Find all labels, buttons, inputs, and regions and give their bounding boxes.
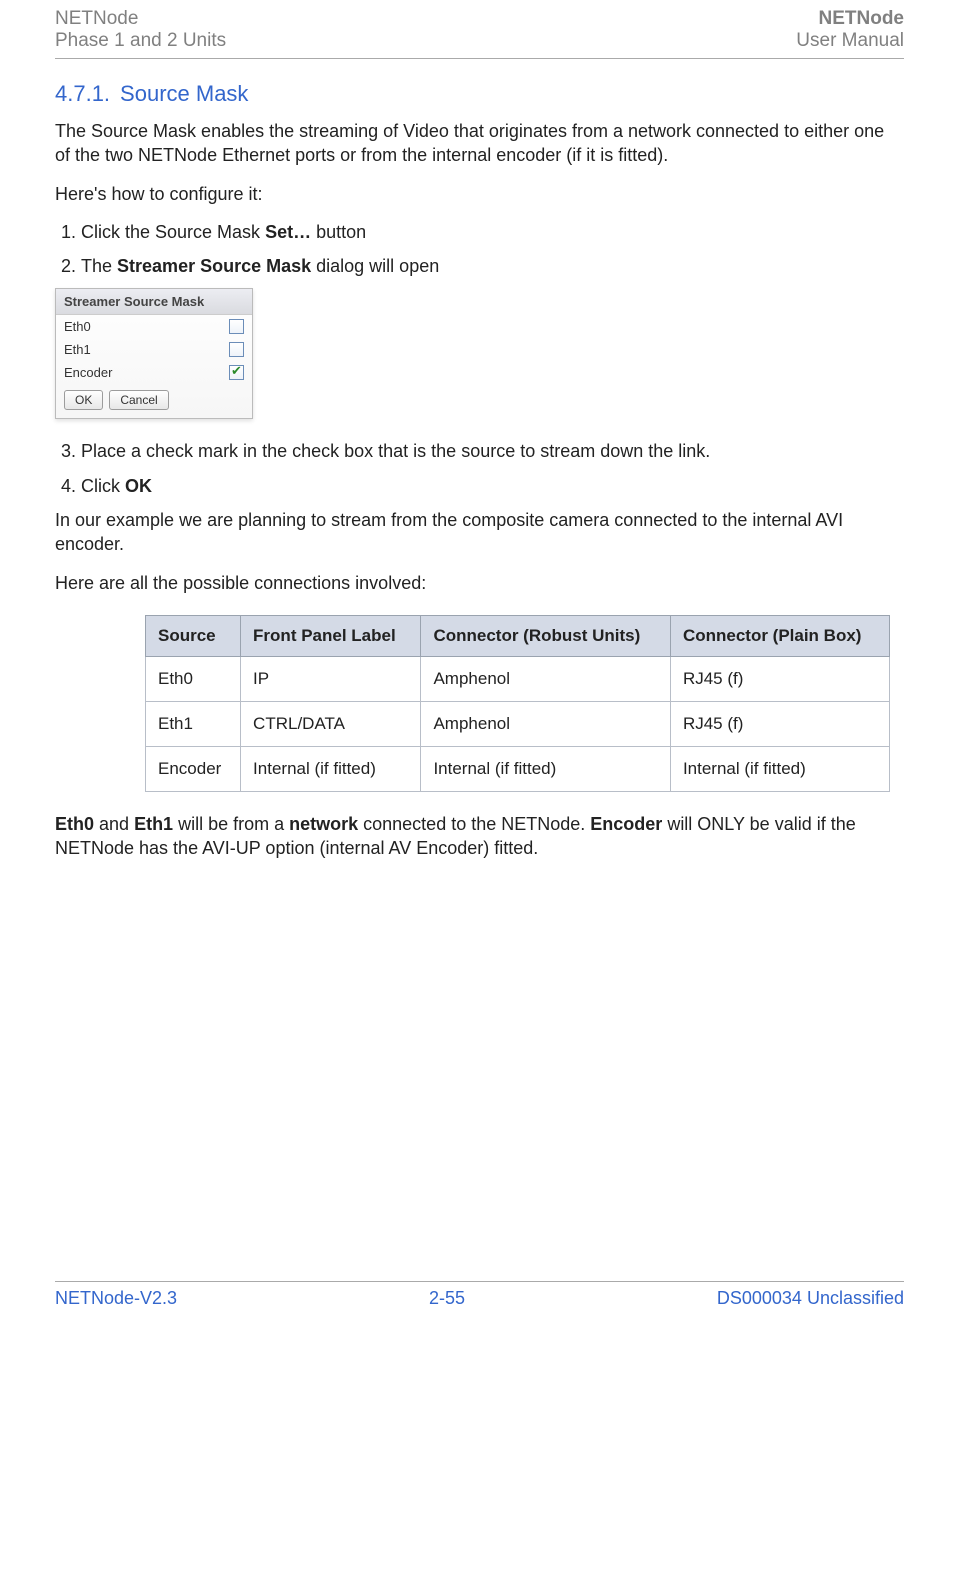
dialog-title: Streamer Source Mask [56, 289, 252, 315]
closing-b2: Eth1 [134, 814, 173, 834]
th-plain: Connector (Plain Box) [670, 615, 889, 656]
footer-right: DS000034 Unclassified [717, 1288, 904, 1309]
closing-b3: network [289, 814, 358, 834]
dialog-row-encoder-label: Encoder [64, 365, 229, 380]
step-4-bold: OK [125, 476, 152, 496]
streamer-source-mask-dialog: Streamer Source Mask Eth0 Eth1 Encoder O… [55, 288, 253, 419]
dialog-row-eth0: Eth0 [56, 315, 252, 338]
step-1-pre: Click the Source Mask [81, 222, 265, 242]
step-1: Click the Source Mask Set… button [81, 220, 904, 244]
dialog-button-row: OK Cancel [56, 384, 252, 418]
step-1-bold: Set… [265, 222, 311, 242]
dialog-row-eth1: Eth1 [56, 338, 252, 361]
cell-robust: Amphenol [421, 656, 670, 701]
cell-plain: RJ45 (f) [670, 701, 889, 746]
intro-paragraph-2: Here's how to configure it: [55, 182, 904, 206]
cell-front: IP [241, 656, 421, 701]
page: NETNode Phase 1 and 2 Units NETNode User… [0, 0, 959, 1309]
section-heading: 4.7.1. Source Mask [55, 81, 904, 107]
th-robust: Connector (Robust Units) [421, 615, 670, 656]
page-footer: NETNode-V2.3 2-55 DS000034 Unclassified [55, 1281, 904, 1309]
eth1-checkbox[interactable] [229, 342, 244, 357]
footer-page-number: 2-55 [429, 1288, 465, 1309]
footer-left: NETNode-V2.3 [55, 1288, 177, 1309]
header-right-line2: User Manual [796, 30, 904, 52]
closing-b1: Eth0 [55, 814, 94, 834]
step-1-post: button [311, 222, 366, 242]
cell-front: Internal (if fitted) [241, 746, 421, 791]
table-row: Eth1 CTRL/DATA Amphenol RJ45 (f) [146, 701, 890, 746]
header-right: NETNode User Manual [796, 8, 904, 52]
steps-list-bottom: Place a check mark in the check box that… [81, 439, 904, 498]
connections-table: Source Front Panel Label Connector (Robu… [145, 615, 890, 792]
page-header: NETNode Phase 1 and 2 Units NETNode User… [55, 0, 904, 59]
step-2-pre: The [81, 256, 117, 276]
steps-list-top: Click the Source Mask Set… button The St… [81, 220, 904, 279]
dialog-row-eth1-label: Eth1 [64, 342, 229, 357]
dialog-row-eth0-label: Eth0 [64, 319, 229, 334]
cell-source: Eth1 [146, 701, 241, 746]
encoder-checkbox[interactable] [229, 365, 244, 380]
header-left-line2: Phase 1 and 2 Units [55, 30, 226, 52]
after-paragraph-1: In our example we are planning to stream… [55, 508, 904, 557]
header-left-line1: NETNode [55, 8, 226, 30]
closing-t2: will be from a [173, 814, 289, 834]
step-4: Click OK [81, 474, 904, 498]
cell-plain: Internal (if fitted) [670, 746, 889, 791]
section-title: Source Mask [120, 81, 248, 106]
closing-t3: connected to the NETNode. [358, 814, 590, 834]
header-left: NETNode Phase 1 and 2 Units [55, 8, 226, 52]
intro-paragraph-1: The Source Mask enables the streaming of… [55, 119, 904, 168]
header-right-line1: NETNode [796, 8, 904, 30]
closing-t1: and [94, 814, 134, 834]
cell-robust: Internal (if fitted) [421, 746, 670, 791]
table-row: Eth0 IP Amphenol RJ45 (f) [146, 656, 890, 701]
cell-source: Eth0 [146, 656, 241, 701]
table-row: Encoder Internal (if fitted) Internal (i… [146, 746, 890, 791]
step-4-pre: Click [81, 476, 125, 496]
step-2-bold: Streamer Source Mask [117, 256, 311, 276]
eth0-checkbox[interactable] [229, 319, 244, 334]
ok-button[interactable]: OK [64, 390, 103, 410]
th-front: Front Panel Label [241, 615, 421, 656]
after-paragraph-2: Here are all the possible connections in… [55, 571, 904, 595]
closing-paragraph: Eth0 and Eth1 will be from a network con… [55, 812, 904, 861]
cell-robust: Amphenol [421, 701, 670, 746]
step-3: Place a check mark in the check box that… [81, 439, 904, 463]
dialog-row-encoder: Encoder [56, 361, 252, 384]
th-source: Source [146, 615, 241, 656]
cell-source: Encoder [146, 746, 241, 791]
cell-plain: RJ45 (f) [670, 656, 889, 701]
table-header-row: Source Front Panel Label Connector (Robu… [146, 615, 890, 656]
section-number: 4.7.1. [55, 81, 110, 106]
step-2-post: dialog will open [311, 256, 439, 276]
dialog-screenshot: Streamer Source Mask Eth0 Eth1 Encoder O… [55, 288, 904, 419]
cancel-button[interactable]: Cancel [109, 390, 168, 410]
closing-b4: Encoder [590, 814, 662, 834]
step-2: The Streamer Source Mask dialog will ope… [81, 254, 904, 278]
cell-front: CTRL/DATA [241, 701, 421, 746]
